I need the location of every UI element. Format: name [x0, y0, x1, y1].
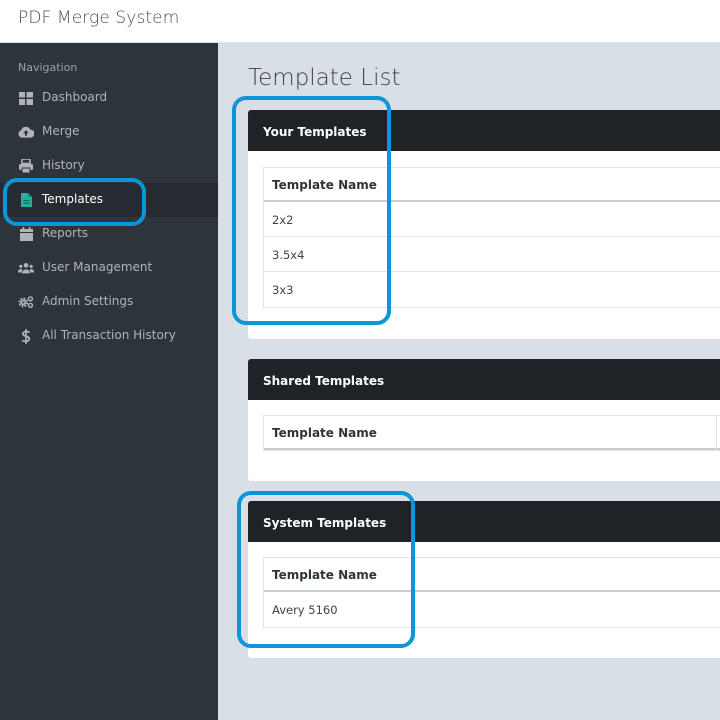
- gears-icon: [18, 294, 34, 310]
- main-content: Template List Your Templates Template Na…: [218, 43, 720, 720]
- printer-icon: [18, 158, 34, 174]
- sidebar: Navigation Dashboard Merge History Templ…: [0, 43, 218, 720]
- sidebar-item-admin-settings[interactable]: Admin Settings: [0, 285, 218, 319]
- sidebar-item-reports[interactable]: Reports: [0, 217, 218, 251]
- table-row[interactable]: Avery 5160: [264, 592, 720, 627]
- dashboard-icon: [18, 90, 34, 106]
- sidebar-item-all-transaction-history[interactable]: All Transaction History: [0, 319, 218, 353]
- sidebar-item-label: Merge: [42, 124, 80, 138]
- table-row[interactable]: 3.5x4: [264, 237, 720, 272]
- table-row[interactable]: 2x2: [264, 202, 720, 237]
- app-title: PDF Merge System: [18, 8, 180, 28]
- column-header-template-name[interactable]: Template Name: [264, 168, 720, 202]
- system-templates-card: System Templates Template Name Avery 516…: [248, 501, 720, 658]
- card-title: Your Templates: [248, 110, 720, 151]
- calendar-icon: [18, 226, 34, 242]
- sidebar-item-merge[interactable]: Merge: [0, 115, 218, 149]
- page-title: Template List: [248, 65, 401, 91]
- your-templates-table: Template Name 2x2 3.5x4 3x3: [263, 167, 720, 308]
- shared-templates-table: Template Name: [263, 415, 720, 451]
- card-title: System Templates: [248, 501, 720, 542]
- sidebar-item-label: All Transaction History: [42, 328, 176, 342]
- system-templates-table: Template Name Avery 5160: [263, 557, 720, 628]
- sidebar-item-templates[interactable]: Templates: [0, 183, 218, 217]
- cloud-upload-icon: [18, 124, 34, 140]
- dollar-icon: [18, 328, 34, 344]
- shared-templates-card: Shared Templates Template Name: [248, 359, 720, 481]
- card-title: Shared Templates: [248, 359, 720, 400]
- nav-list: Dashboard Merge History Templates Report: [0, 81, 218, 353]
- sidebar-item-dashboard[interactable]: Dashboard: [0, 81, 218, 115]
- sidebar-item-label: Reports: [42, 226, 89, 240]
- users-icon: [18, 260, 34, 276]
- sidebar-item-history[interactable]: History: [0, 149, 218, 183]
- your-templates-card: Your Templates Template Name 2x2 3.5x4 3…: [248, 110, 720, 339]
- table-row[interactable]: 3x3: [264, 272, 720, 307]
- file-icon: [18, 192, 34, 208]
- sidebar-item-label: Templates: [42, 192, 104, 206]
- sidebar-item-label: Admin Settings: [42, 294, 134, 308]
- column-divider: [716, 416, 717, 450]
- column-header-template-name[interactable]: Template Name: [264, 416, 720, 450]
- sidebar-item-label: History: [42, 158, 85, 172]
- nav-heading: Navigation: [18, 61, 78, 74]
- top-bar: PDF Merge System: [0, 0, 720, 43]
- column-header-template-name[interactable]: Template Name: [264, 558, 720, 592]
- sidebar-item-label: Dashboard: [42, 90, 108, 104]
- sidebar-item-label: User Management: [42, 260, 153, 274]
- sidebar-item-user-management[interactable]: User Management: [0, 251, 218, 285]
